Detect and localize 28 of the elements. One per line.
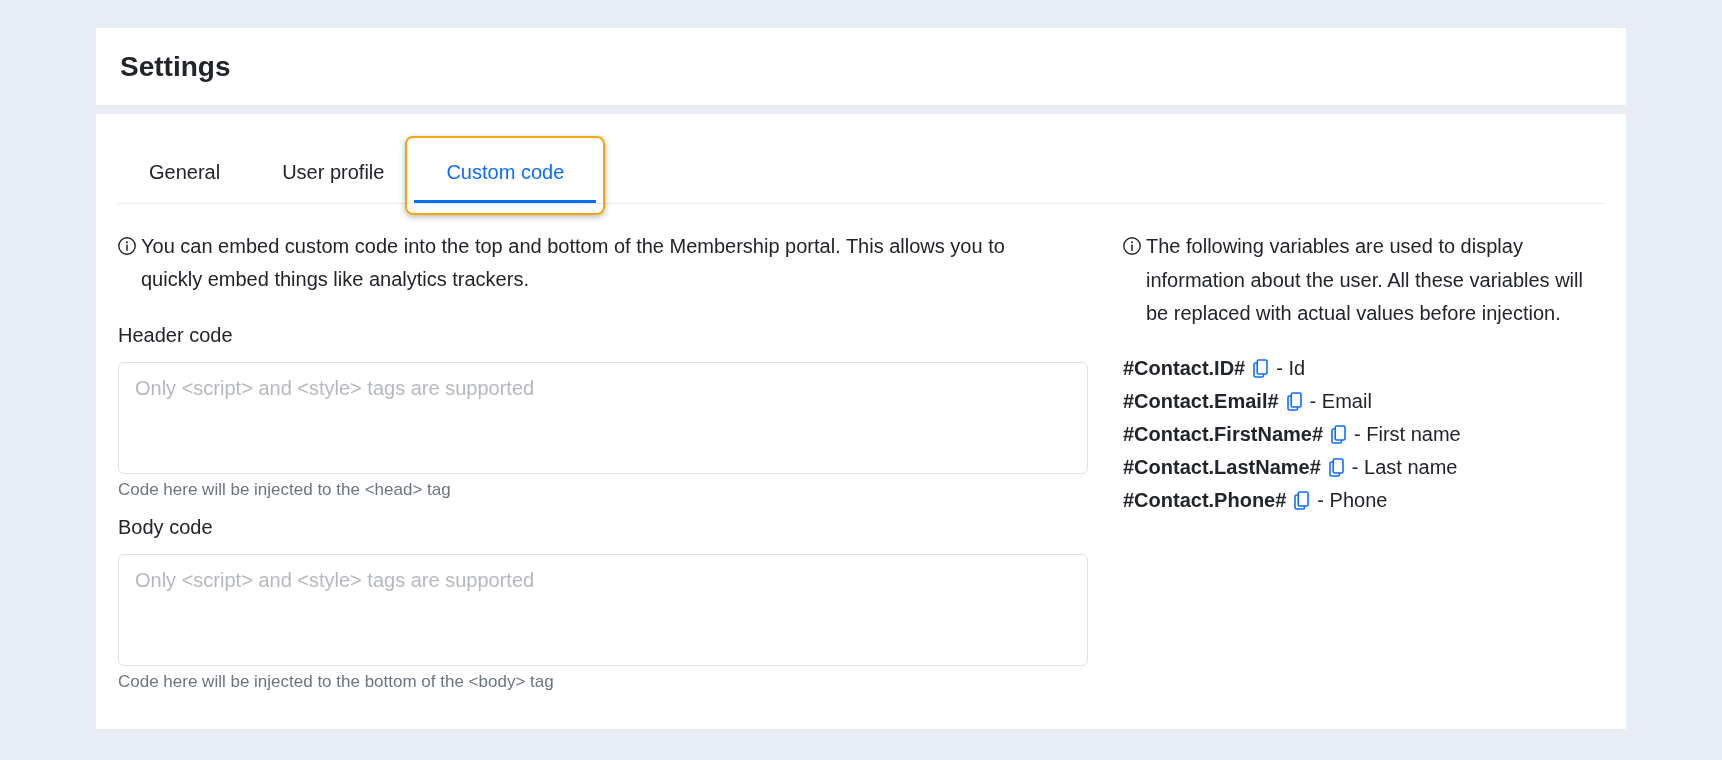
copy-icon[interactable] bbox=[1328, 457, 1344, 477]
variable-description: - Last name bbox=[1351, 455, 1458, 480]
variable-token: #Contact.Email# bbox=[1123, 389, 1279, 414]
variable-description: - First name bbox=[1354, 422, 1461, 447]
info-icon bbox=[1123, 237, 1141, 255]
variable-description: - Email bbox=[1309, 389, 1372, 414]
variable-description: - Phone bbox=[1317, 488, 1388, 513]
code-field[interactable]: Only <script> and <style> tags are supported bbox=[118, 554, 1088, 666]
variable-token: #Contact.Phone# bbox=[1123, 488, 1287, 513]
copy-icon[interactable] bbox=[1331, 424, 1347, 444]
variable-description: - Id bbox=[1276, 356, 1306, 381]
copy-icon[interactable] bbox=[1294, 490, 1310, 510]
field-hint: Code here will be injected to the bottom of the <body> tag bbox=[118, 671, 555, 693]
copy-icon[interactable] bbox=[1253, 358, 1269, 378]
info-text: You can embed custom code into the top and bottom of the Membership portal. This allows you to quickly embed things like analytics trackers. bbox=[141, 234, 1006, 292]
field-label: Body code bbox=[118, 515, 214, 540]
code-field[interactable]: Only <script> and <style> tags are supported bbox=[118, 362, 1088, 474]
variable-token: #Contact.ID# bbox=[1123, 356, 1246, 381]
info-text: The following variables are used to display information about the user. All these variables will be replaced with actual values before injection. bbox=[1146, 234, 1584, 326]
tab[interactable]: Custom code bbox=[405, 136, 606, 215]
variable-token: #Contact.FirstName# bbox=[1123, 422, 1324, 447]
info-icon bbox=[118, 237, 136, 255]
variable-token: #Contact.LastName# bbox=[1123, 455, 1321, 480]
field-label: Header code bbox=[118, 323, 234, 348]
tab[interactable]: General bbox=[118, 136, 252, 215]
page-title: Settings bbox=[120, 49, 231, 84]
field-hint: Code here will be injected to the <head> tag bbox=[118, 479, 452, 501]
copy-icon[interactable] bbox=[1286, 391, 1302, 411]
